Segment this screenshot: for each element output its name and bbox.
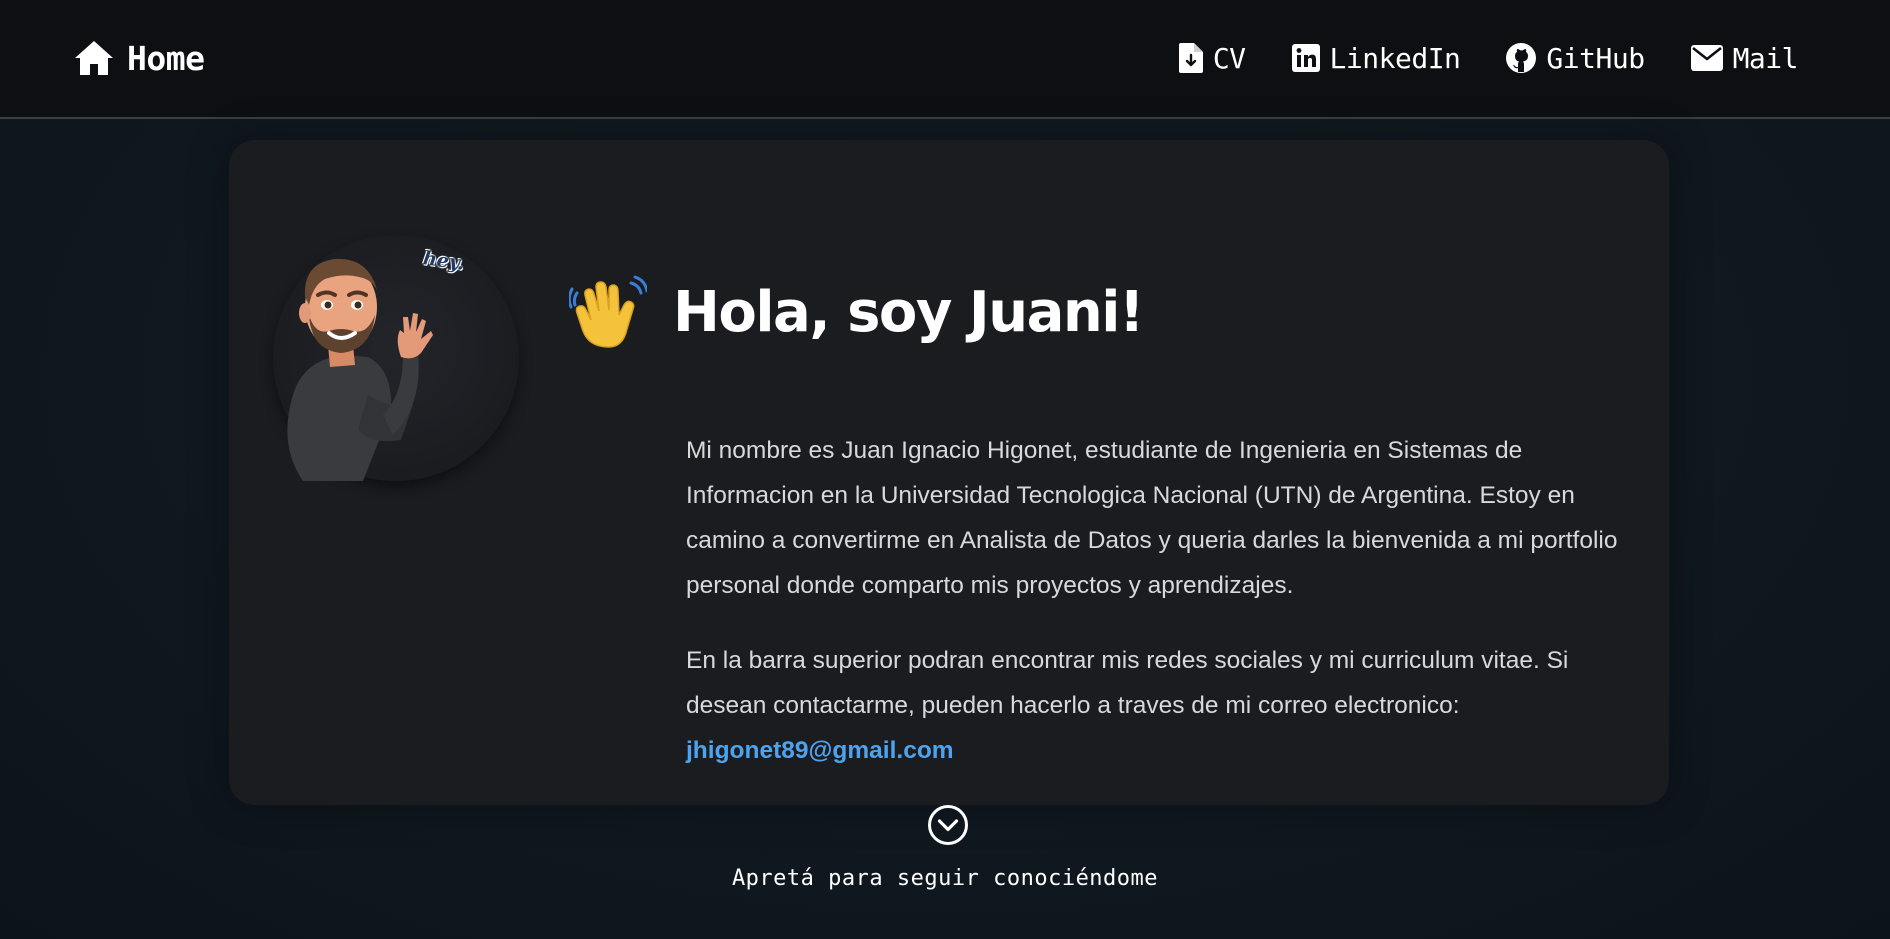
nav-link-cv-label: CV [1212,41,1246,75]
nav-home-label: Home [127,38,205,78]
github-icon [1506,43,1537,73]
avatar [273,235,519,481]
nav-home-link[interactable]: Home [73,36,205,80]
bio-paragraph-1: Mi nombre es Juan Ignacio Higonet, estud… [686,437,1618,599]
bio-paragraph-2-text: En la barra superior podran encontrar mi… [686,647,1569,719]
scroll-cta-text: Apretá para seguir conociéndome [731,866,1159,891]
bio: Mi nombre es Juan Ignacio Higonet, estud… [686,428,1626,773]
email-link[interactable]: jhigonet89@gmail.com [686,737,954,764]
nav-link-cv[interactable]: CV [1178,41,1246,75]
home-icon [73,39,115,77]
file-download-icon [1178,43,1203,73]
waving-hand-icon [567,273,649,351]
nav-link-mail[interactable]: Mail [1690,41,1799,75]
nav-link-github-label: GitHub [1546,41,1645,75]
scroll-down-button[interactable] [927,804,969,846]
page-title: Hola, soy Juani! [673,279,1145,345]
greeting: Hola, soy Juani! [567,273,1145,351]
top-navbar: Home CV LinkedIn GitHub Mail [0,0,1890,119]
intro-card: hey. Hola, soy Juani! Mi nombre es Juan … [229,140,1669,805]
linkedin-icon [1291,44,1320,72]
nav-links: CV LinkedIn GitHub Mail [1178,36,1799,80]
envelope-icon [1690,45,1723,71]
chevron-down-circle-icon [927,805,969,850]
nav-link-github[interactable]: GitHub [1506,41,1645,75]
bio-paragraph-2: En la barra superior podran encontrar mi… [686,638,1626,773]
nav-link-mail-label: Mail [1732,41,1799,75]
nav-link-linkedin[interactable]: LinkedIn [1291,41,1461,75]
nav-link-linkedin-label: LinkedIn [1329,41,1461,75]
